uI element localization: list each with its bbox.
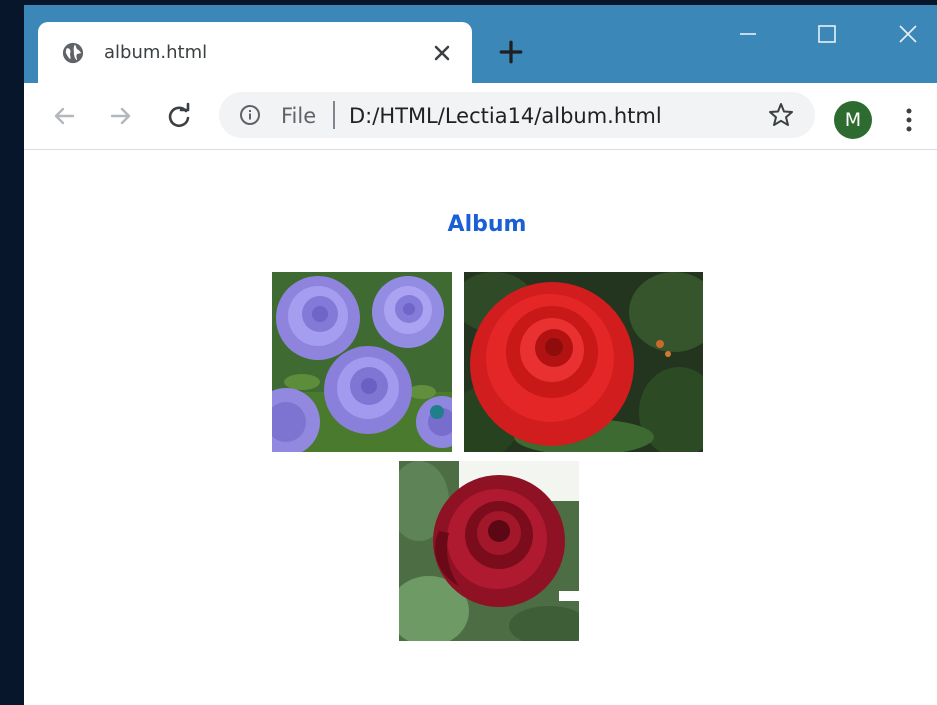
maximize-icon[interactable] xyxy=(812,19,842,49)
page-content: Album xyxy=(24,150,937,705)
page-title: Album xyxy=(447,212,527,237)
browser-toolbar: File D:/HTML/Lectia14/album.html M xyxy=(24,83,937,150)
close-icon[interactable] xyxy=(430,41,454,65)
address-separator xyxy=(333,101,335,129)
plus-icon[interactable] xyxy=(498,39,524,65)
globe-icon xyxy=(62,42,84,64)
url-text[interactable]: D:/HTML/Lectia14/album.html xyxy=(349,104,662,128)
browser-window: album.html File D:/HTML/Lectia14/album.h… xyxy=(24,5,937,705)
title-bar: album.html xyxy=(24,5,937,83)
arrow-right-icon[interactable] xyxy=(106,101,136,131)
info-icon[interactable] xyxy=(239,104,261,126)
reload-icon[interactable] xyxy=(164,101,194,131)
scheme-label: File xyxy=(281,104,317,128)
photo-dark-red-rose xyxy=(399,461,579,641)
photo-purple-roses xyxy=(272,272,452,452)
arrow-left-icon[interactable] xyxy=(49,101,79,131)
tab-title: album.html xyxy=(104,42,208,63)
kebab-menu-icon[interactable] xyxy=(900,105,918,135)
minimize-icon[interactable] xyxy=(733,19,763,49)
tab-album[interactable]: album.html xyxy=(38,22,472,83)
window-close-icon[interactable] xyxy=(893,19,923,49)
profile-avatar[interactable]: M xyxy=(834,101,872,139)
star-icon[interactable] xyxy=(767,101,795,129)
photo-red-rose xyxy=(464,272,703,452)
address-bar[interactable]: File D:/HTML/Lectia14/album.html xyxy=(219,92,815,138)
